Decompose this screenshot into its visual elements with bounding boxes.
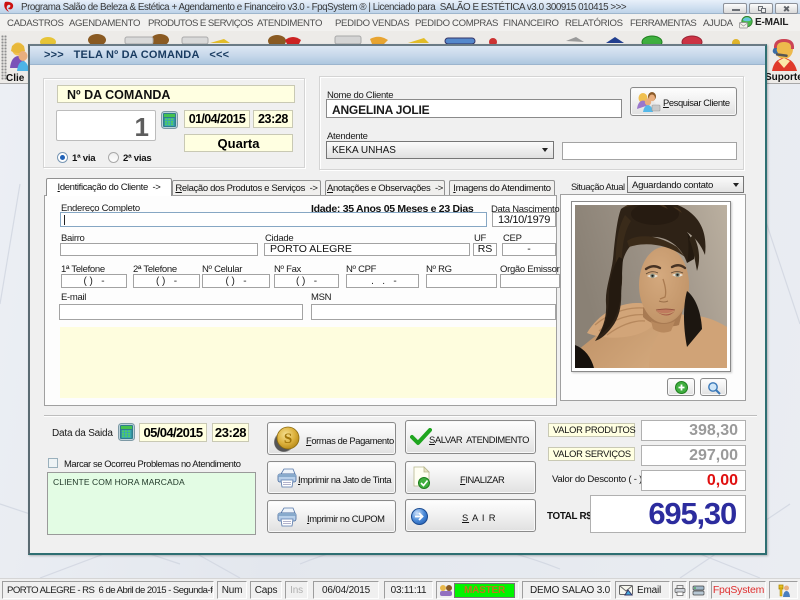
svg-text:S: S bbox=[284, 431, 292, 447]
